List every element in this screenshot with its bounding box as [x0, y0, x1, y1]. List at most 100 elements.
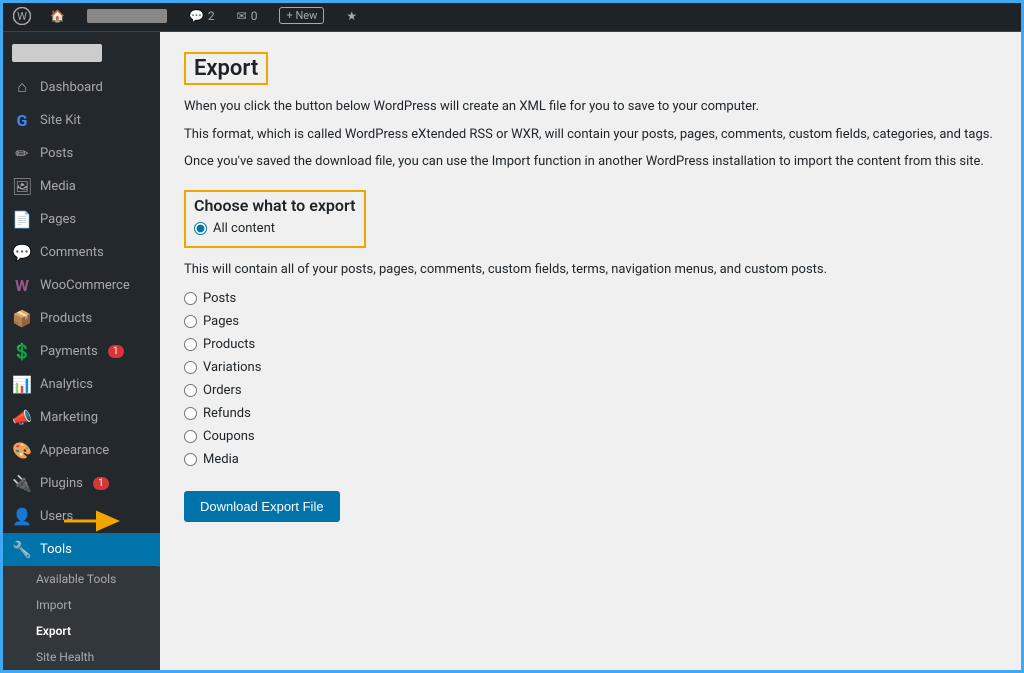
admin-bar-new[interactable]: + New: [271, 7, 332, 24]
description-2: This format, which is called WordPress e…: [184, 125, 1000, 145]
sidebar-item-label-marketing: Marketing: [40, 410, 98, 425]
media-label: Media: [203, 452, 239, 467]
woocommerce-icon: W: [12, 276, 32, 295]
appearance-icon: 🎨: [12, 441, 32, 460]
sidebar-item-products[interactable]: 📦 Products: [0, 302, 160, 335]
refunds-option[interactable]: Refunds: [184, 406, 1000, 421]
media-icon: 🖼: [12, 177, 32, 196]
sidebar-item-tools[interactable]: 🔧 Tools: [0, 533, 160, 566]
all-content-label: All content: [213, 221, 275, 236]
refunds-radio[interactable]: [184, 407, 197, 420]
sidebar-item-dashboard[interactable]: ⌂ Dashboard: [0, 70, 160, 104]
admin-bar-site-name[interactable]: [79, 9, 175, 23]
orders-radio[interactable]: [184, 384, 197, 397]
media-radio[interactable]: [184, 453, 197, 466]
sidebar-item-label-media: Media: [40, 179, 76, 194]
variations-option[interactable]: Variations: [184, 360, 1000, 375]
page-title: Export: [184, 52, 268, 85]
sidebar-item-label-comments: Comments: [40, 245, 104, 260]
sidebar-item-comments[interactable]: 💬 Comments: [0, 236, 160, 269]
sidebar-item-label-woocommerce: WooCommerce: [40, 278, 130, 293]
payments-badge: 1: [108, 345, 124, 358]
users-icon: 👤: [12, 507, 32, 526]
orders-option[interactable]: Orders: [184, 383, 1000, 398]
all-content-note: This will contain all of your posts, pag…: [184, 260, 1000, 280]
orders-label: Orders: [203, 383, 242, 398]
variations-label: Variations: [203, 360, 261, 375]
wordpress-icon[interactable]: W: [8, 2, 36, 30]
sidebar-item-label-posts: Posts: [40, 146, 73, 161]
plugins-badge: 1: [93, 477, 109, 490]
posts-label: Posts: [203, 291, 236, 306]
sidebar-item-plugins[interactable]: 🔌 Plugins 1: [0, 467, 160, 500]
sidebar-item-posts[interactable]: ✏ Posts: [0, 137, 160, 170]
analytics-icon: 📊: [12, 375, 32, 394]
sidebar-item-label-pages: Pages: [40, 212, 76, 227]
all-content-radio[interactable]: [194, 222, 207, 235]
svg-text:W: W: [17, 10, 27, 23]
sidebar: ⌂ Dashboard G Site Kit ✏ Posts 🖼 Media 📄…: [0, 32, 160, 673]
pages-icon: 📄: [12, 210, 32, 229]
arrow-annotation: [62, 507, 122, 535]
sidebar-item-label-tools: Tools: [40, 542, 72, 557]
site-kit-icon: G: [12, 111, 32, 130]
sidebar-item-payments[interactable]: 💲 Payments 1: [0, 335, 160, 368]
sidebar-item-appearance[interactable]: 🎨 Appearance: [0, 434, 160, 467]
admin-bar-star[interactable]: ★: [338, 9, 365, 23]
sidebar-item-marketing[interactable]: 📣 Marketing: [0, 401, 160, 434]
products-label: Products: [203, 337, 255, 352]
description-1: When you click the button below WordPres…: [184, 97, 1000, 117]
sidebar-item-label-dashboard: Dashboard: [40, 80, 103, 95]
sidebar-item-label-site-kit: Site Kit: [40, 113, 81, 128]
sidebar-item-label-appearance: Appearance: [40, 443, 109, 458]
choose-export-section: Choose what to export All content: [184, 190, 366, 248]
coupons-option[interactable]: Coupons: [184, 429, 1000, 444]
sidebar-item-label-payments: Payments: [40, 344, 98, 359]
pages-radio[interactable]: [184, 315, 197, 328]
posts-option[interactable]: Posts: [184, 291, 1000, 306]
comments-count: 2: [208, 9, 215, 23]
sidebar-item-label-analytics: Analytics: [40, 377, 93, 392]
admin-bar-home[interactable]: 🏠: [42, 9, 73, 23]
layout: ⌂ Dashboard G Site Kit ✏ Posts 🖼 Media 📄…: [0, 32, 1024, 673]
sidebar-item-label-plugins: Plugins: [40, 476, 83, 491]
coupons-radio[interactable]: [184, 430, 197, 443]
comments-icon: 💬: [12, 243, 32, 262]
main-content: Export When you click the button below W…: [160, 32, 1024, 673]
products-option[interactable]: Products: [184, 337, 1000, 352]
arrow-icon: [62, 507, 122, 535]
download-export-button[interactable]: Download Export File: [184, 491, 340, 522]
submenu-import[interactable]: Import: [0, 592, 160, 618]
refunds-label: Refunds: [203, 406, 251, 421]
sidebar-item-label-products: Products: [40, 311, 92, 326]
dashboard-icon: ⌂: [12, 77, 32, 97]
coupons-label: Coupons: [203, 429, 255, 444]
submenu-available-tools[interactable]: Available Tools: [0, 566, 160, 592]
admin-bar-messages[interactable]: ✉ 0: [229, 9, 266, 23]
posts-radio[interactable]: [184, 292, 197, 305]
payments-icon: 💲: [12, 342, 32, 361]
sidebar-item-pages[interactable]: 📄 Pages: [0, 203, 160, 236]
submenu-export[interactable]: Export: [0, 618, 160, 644]
tools-icon: 🔧: [12, 540, 32, 559]
sidebar-item-site-kit[interactable]: G Site Kit: [0, 104, 160, 137]
choose-export-title: Choose what to export: [194, 196, 356, 215]
pages-option[interactable]: Pages: [184, 314, 1000, 329]
products-icon: 📦: [12, 309, 32, 328]
export-options-list: Posts Pages Products Variations Orders R…: [184, 291, 1000, 467]
pages-label: Pages: [203, 314, 239, 329]
variations-radio[interactable]: [184, 361, 197, 374]
marketing-icon: 📣: [12, 408, 32, 427]
sidebar-logo-text: [12, 44, 102, 62]
admin-bar-comments[interactable]: 💬 2: [181, 9, 223, 23]
all-content-option[interactable]: All content: [194, 221, 356, 236]
sidebar-item-woocommerce[interactable]: W WooCommerce: [0, 269, 160, 302]
sidebar-item-analytics[interactable]: 📊 Analytics: [0, 368, 160, 401]
submenu-site-health[interactable]: Site Health: [0, 644, 160, 670]
media-option[interactable]: Media: [184, 452, 1000, 467]
posts-icon: ✏: [12, 144, 32, 163]
plugins-icon: 🔌: [12, 474, 32, 493]
tools-submenu: Available Tools Import Export Site Healt…: [0, 566, 160, 673]
sidebar-item-media[interactable]: 🖼 Media: [0, 170, 160, 203]
products-radio[interactable]: [184, 338, 197, 351]
